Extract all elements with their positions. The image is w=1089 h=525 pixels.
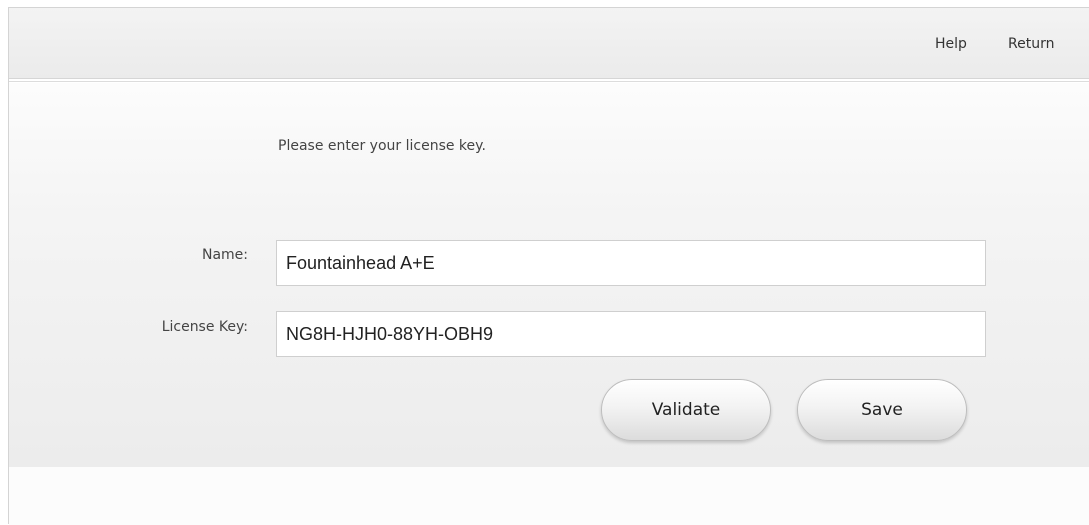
name-field[interactable] — [276, 240, 986, 286]
license-key-label: License Key: — [161, 319, 248, 335]
save-button[interactable]: Save — [797, 379, 967, 441]
header-bar: Help Return — [9, 8, 1089, 79]
license-form: Please enter your license key. Name: Lic… — [9, 83, 1089, 467]
instruction-text: Please enter your license key. — [278, 138, 486, 154]
name-label: Name: — [201, 247, 248, 263]
return-link[interactable]: Return — [1008, 36, 1054, 52]
header-divider — [9, 81, 1089, 82]
help-link[interactable]: Help — [935, 36, 967, 52]
footer-area — [9, 467, 1089, 525]
license-panel: Help Return Please enter your license ke… — [8, 7, 1089, 525]
validate-button[interactable]: Validate — [601, 379, 771, 441]
license-key-field[interactable] — [276, 311, 986, 357]
